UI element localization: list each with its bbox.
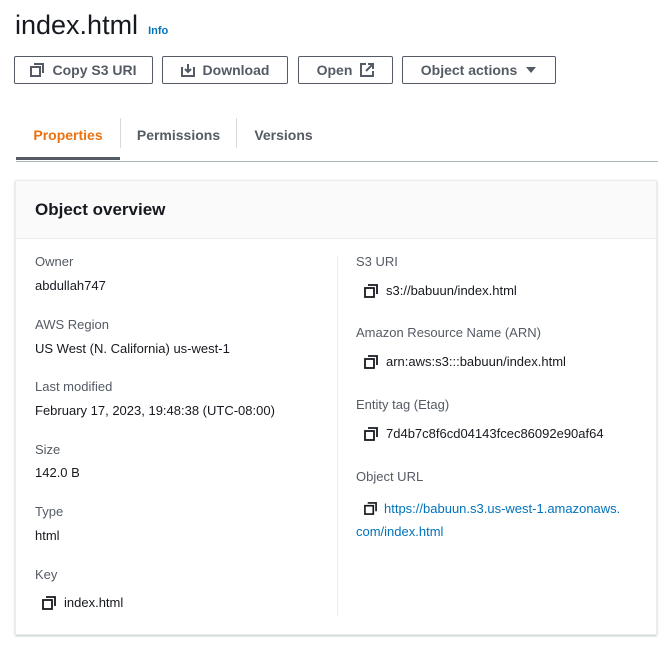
etag-row: 7d4b7c8f6cd04143fcec86092e90af64	[364, 426, 604, 441]
tab-properties[interactable]: Properties	[16, 110, 120, 160]
copy-icon[interactable]	[364, 426, 378, 441]
type-value: html	[35, 528, 60, 543]
tab-versions[interactable]: Versions	[237, 110, 330, 160]
page-title: index.html	[15, 10, 139, 40]
copy-icon[interactable]	[364, 502, 377, 515]
copy-icon[interactable]	[364, 283, 378, 298]
object-url-link[interactable]: https://babuun.s3.us-west-1.amazonaws.	[384, 501, 620, 516]
object-overview-panel: Object overview Owner abdullah747 AWS Re…	[15, 180, 657, 635]
size-label: Size	[35, 442, 61, 457]
tab-properties-label: Properties	[33, 127, 103, 143]
region-value: US West (N. California) us-west-1	[35, 341, 230, 356]
s3-uri-value: s3://babuun/index.html	[386, 283, 517, 298]
last-modified-label: Last modified	[35, 379, 113, 394]
active-tab-indicator	[16, 157, 120, 160]
region-label: AWS Region	[35, 317, 109, 332]
page-header: index.html Info	[15, 10, 168, 41]
download-label: Download	[202, 62, 270, 78]
column-divider	[337, 256, 338, 616]
object-url-row: https://babuun.s3.us-west-1.amazonaws. c…	[356, 497, 646, 543]
object-actions-dropdown[interactable]: Object actions	[402, 56, 556, 84]
external-link-icon	[360, 63, 375, 77]
copy-s3-uri-button[interactable]: Copy S3 URI	[14, 56, 153, 84]
open-button[interactable]: Open	[298, 56, 393, 84]
object-url-link-continued[interactable]: com/index.html	[356, 524, 443, 539]
key-label: Key	[35, 567, 58, 582]
copy-icon	[30, 63, 45, 77]
arn-row: arn:aws:s3:::babuun/index.html	[364, 354, 566, 369]
owner-label: Owner	[35, 254, 74, 269]
etag-value: 7d4b7c8f6cd04143fcec86092e90af64	[386, 426, 604, 441]
key-row: index.html	[42, 595, 123, 610]
key-value: index.html	[64, 595, 124, 610]
tab-permissions[interactable]: Permissions	[121, 110, 236, 160]
open-label: Open	[316, 62, 353, 78]
download-icon	[180, 64, 195, 77]
panel-title: Object overview	[35, 200, 166, 219]
tab-versions-label: Versions	[254, 127, 313, 143]
arn-value: arn:aws:s3:::babuun/index.html	[386, 354, 566, 369]
type-label: Type	[35, 504, 64, 519]
download-button[interactable]: Download	[162, 56, 288, 84]
caret-down-icon	[526, 67, 537, 73]
etag-label: Entity tag (Etag)	[356, 397, 450, 412]
owner-value: abdullah747	[35, 278, 106, 293]
arn-label: Amazon Resource Name (ARN)	[356, 325, 541, 340]
s3-uri-label: S3 URI	[356, 254, 398, 269]
copy-icon[interactable]	[364, 354, 378, 369]
size-value: 142.0 B	[35, 465, 80, 480]
object-url-label: Object URL	[356, 469, 424, 484]
tab-bar: Properties Permissions Versions	[16, 110, 658, 162]
last-modified-value: February 17, 2023, 19:48:38 (UTC-08:00)	[35, 403, 275, 418]
tab-permissions-label: Permissions	[136, 127, 221, 143]
copy-s3-uri-label: Copy S3 URI	[52, 62, 137, 78]
object-actions-label: Object actions	[420, 62, 518, 78]
s3-uri-row: s3://babuun/index.html	[364, 283, 517, 298]
info-link[interactable]: Info	[148, 25, 168, 37]
copy-icon[interactable]	[42, 595, 56, 610]
panel-header: Object overview	[16, 181, 656, 239]
